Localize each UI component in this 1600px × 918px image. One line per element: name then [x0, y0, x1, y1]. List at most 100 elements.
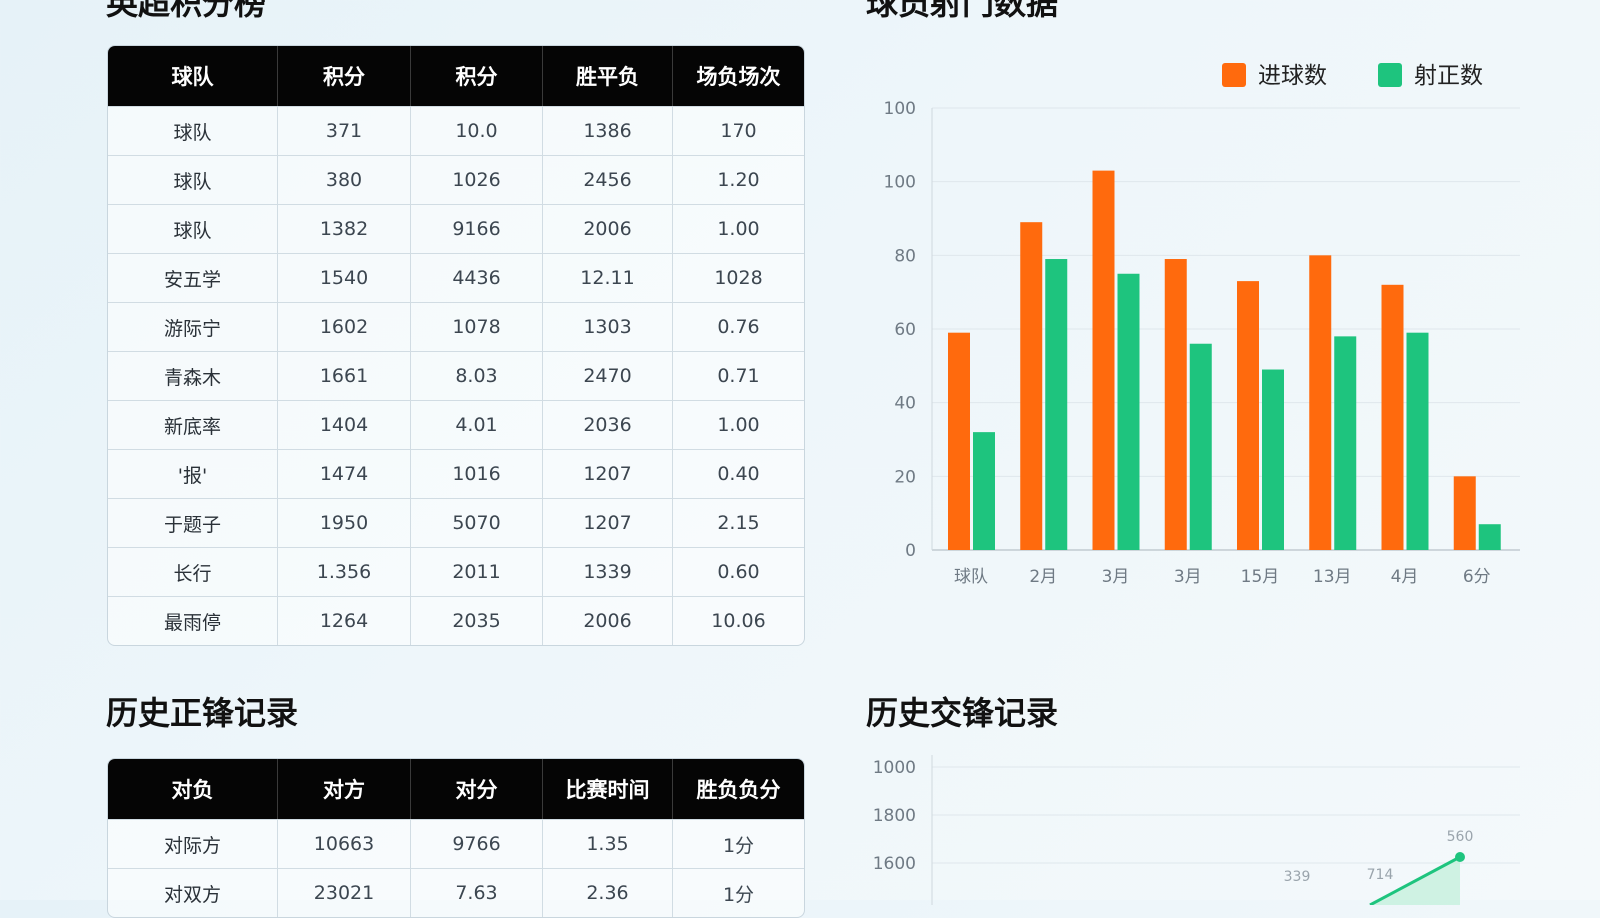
standings-cell: 2.15: [673, 498, 804, 547]
standings-cell: 0.40: [673, 449, 804, 498]
h2h-header-cell[interactable]: 胜负负分: [673, 759, 804, 819]
line-y-tick-label: 1000: [873, 758, 916, 778]
standings-cell: 1016: [411, 449, 543, 498]
bar-goals[interactable]: [1092, 170, 1115, 550]
bar-goals[interactable]: [1237, 281, 1259, 550]
team-stats-title: 球员射门数据: [866, 0, 1059, 22]
h2h-cell: 9766: [411, 819, 543, 868]
legend-swatch: [1378, 63, 1402, 87]
standings-header-cell[interactable]: 积分: [411, 46, 543, 106]
standings-header-cell[interactable]: 场负场次: [673, 46, 804, 106]
bar-x-tick-label: 球队: [954, 567, 988, 587]
h2h-header-cell[interactable]: 对负: [108, 759, 278, 819]
bar-x-tick-label: 2月: [1029, 567, 1057, 587]
h2h-chart-title: 历史交锋记录: [866, 694, 1059, 732]
standings-header-cell[interactable]: 胜平负: [543, 46, 673, 106]
h2h-header-cell[interactable]: 比赛时间: [543, 759, 673, 819]
h2h-data-point[interactable]: [1455, 852, 1465, 862]
standings-cell: 4.01: [411, 400, 543, 449]
standings-row[interactable]: 球队 371 10.0 1386 170: [108, 106, 804, 155]
standings-cell: 9166: [411, 204, 543, 253]
standings-cell: 2006: [543, 204, 673, 253]
shots-bar-chart: 0 20 40 60 80 100 100 球队 2月 3月 3月 15月 13月 4月 6分 进球数 射正…: [884, 63, 1520, 587]
standings-cell: 1661: [278, 351, 411, 400]
bar-y-tick-label: 60: [894, 320, 916, 340]
standings-cell: 1078: [411, 302, 543, 351]
standings-row[interactable]: 新底率 1404 4.01 2036 1.00: [108, 400, 804, 449]
bar-shots-on-target[interactable]: [1117, 273, 1140, 550]
standings-cell: 1303: [543, 302, 673, 351]
standings-row[interactable]: 安五学 1540 4436 12.11 1028: [108, 253, 804, 302]
standings-row[interactable]: 于题子 1950 5070 1207 2.15: [108, 498, 804, 547]
bar-y-tick-label: 80: [894, 246, 916, 266]
h2h-cell: 1分: [673, 868, 804, 917]
standings-table: 球队 积分 积分 胜平负 场负场次 球队 371 10.0 1386 170 球队 380 1026 2…: [107, 45, 805, 646]
standings-cell: 10.0: [411, 106, 543, 155]
bar-shots-on-target[interactable]: [1334, 336, 1357, 550]
h2h-header-row: 对负 对方 对分 比赛时间 胜负负分: [108, 759, 804, 819]
standings-cell: 5070: [411, 498, 543, 547]
standings-cell: 最雨停: [108, 596, 278, 645]
bar-y-tick-label: 100: [884, 99, 916, 119]
h2h-line-chart: 1000 1800 1600 339 714 560: [873, 755, 1520, 905]
h2h-cell: 2.36: [543, 868, 673, 917]
bar-shots-on-target[interactable]: [973, 432, 995, 550]
h2h-table-title: 历史正锋记录: [106, 694, 299, 732]
standings-row[interactable]: '报' 1474 1016 1207 0.40: [108, 449, 804, 498]
standings-cell: 0.71: [673, 351, 804, 400]
h2h-point-label: 560: [1447, 829, 1474, 845]
h2h-row[interactable]: 对双方 23021 7.63 2.36 1分: [108, 868, 804, 917]
standings-row[interactable]: 长行 1.356 2011 1339 0.60: [108, 547, 804, 596]
standings-header-cell[interactable]: 积分: [278, 46, 411, 106]
standings-cell: 游际宁: [108, 302, 278, 351]
bar-shots-on-target[interactable]: [1406, 332, 1429, 550]
bar-shots-on-target[interactable]: [1478, 524, 1501, 550]
standings-cell: 安五学: [108, 253, 278, 302]
bar-shots-on-target[interactable]: [1045, 259, 1068, 550]
standings-cell: 2456: [543, 155, 673, 204]
standings-title: 英超积分榜: [106, 0, 267, 22]
standings-cell: 2036: [543, 400, 673, 449]
bar-y-tick-label: 40: [894, 394, 916, 414]
standings-cell: 1028: [673, 253, 804, 302]
standings-cell: 2011: [411, 547, 543, 596]
bar-goals[interactable]: [1020, 222, 1043, 550]
standings-header-cell[interactable]: 球队: [108, 46, 278, 106]
standings-row[interactable]: 球队 380 1026 2456 1.20: [108, 155, 804, 204]
h2h-cell: 7.63: [411, 868, 543, 917]
standings-cell: 1474: [278, 449, 411, 498]
standings-cell: 1207: [543, 449, 673, 498]
h2h-cell: 1.35: [543, 819, 673, 868]
h2h-header-cell[interactable]: 对分: [411, 759, 543, 819]
standings-cell: 球队: [108, 106, 278, 155]
bar-goals[interactable]: [1164, 259, 1187, 550]
standings-cell: 青森木: [108, 351, 278, 400]
h2h-row[interactable]: 对际方 10663 9766 1.35 1分: [108, 819, 804, 868]
bar-shots-on-target[interactable]: [1189, 343, 1212, 550]
standings-cell: 球队: [108, 155, 278, 204]
line-y-tick-label: 1800: [873, 806, 916, 826]
standings-cell: 380: [278, 155, 411, 204]
bar-goals[interactable]: [948, 332, 970, 550]
bar-goals[interactable]: [1381, 284, 1404, 550]
standings-row[interactable]: 最雨停 1264 2035 2006 10.06: [108, 596, 804, 645]
standings-cell: 8.03: [411, 351, 543, 400]
bar-goals[interactable]: [1453, 476, 1476, 550]
bar-shots-on-target[interactable]: [1262, 369, 1284, 550]
bar-x-tick-label: 3月: [1102, 567, 1130, 587]
standings-row[interactable]: 青森木 1661 8.03 2470 0.71: [108, 351, 804, 400]
h2h-header-cell[interactable]: 对方: [278, 759, 411, 819]
h2h-table: 对负 对方 对分 比赛时间 胜负负分 对际方 10663 9766 1.35 1分 对双方 2302…: [107, 758, 805, 918]
h2h-cell: 1分: [673, 819, 804, 868]
h2h-point-label: 714: [1367, 867, 1394, 883]
bar-y-tick-label: 100: [884, 173, 916, 193]
bar-goals[interactable]: [1309, 255, 1332, 551]
standings-row[interactable]: 球队 1382 9166 2006 1.00: [108, 204, 804, 253]
standings-cell: 2006: [543, 596, 673, 645]
standings-cell: 12.11: [543, 253, 673, 302]
legend-label: 射正数: [1414, 63, 1483, 89]
standings-row[interactable]: 游际宁 1602 1078 1303 0.76: [108, 302, 804, 351]
standings-cell: 2035: [411, 596, 543, 645]
standings-cell: 1382: [278, 204, 411, 253]
standings-cell: 371: [278, 106, 411, 155]
